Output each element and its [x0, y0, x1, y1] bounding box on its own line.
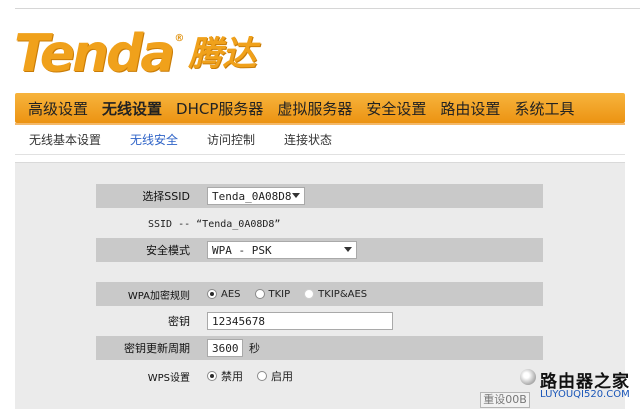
row-security-mode: 安全模式 WPA - PSK — [96, 238, 543, 262]
tenda-logo: Tenda ® 腾达 — [14, 24, 256, 80]
subnav-access-control[interactable]: 访问控制 — [207, 131, 255, 148]
main-nav: 高级设置 无线设置 DHCP服务器 虚拟服务器 安全设置 路由设置 系统工具 — [15, 93, 625, 123]
ssid-select-label: 选择SSID — [142, 190, 190, 203]
nav-system-tools[interactable]: 系统工具 — [514, 98, 574, 119]
top-rule — [15, 8, 640, 9]
security-mode-select[interactable]: WPA - PSK — [207, 241, 357, 259]
nav-dhcp[interactable]: DHCP服务器 — [176, 98, 263, 119]
radio-unchecked-icon — [304, 289, 315, 299]
ssid-select-value: Tenda_0A08D8 — [212, 189, 292, 203]
chevron-down-icon — [292, 193, 300, 198]
row-wps: WPS设置 禁用 启用 — [96, 364, 543, 388]
radio-tkip[interactable]: TKIP — [254, 289, 290, 300]
key-renewal-unit: 秒 — [249, 342, 260, 355]
ssid-select[interactable]: Tenda_0A08D8 — [207, 187, 305, 205]
radio-tkip-aes[interactable]: TKIP&AES — [304, 289, 367, 300]
subnav-wireless-basic[interactable]: 无线基本设置 — [29, 131, 101, 148]
subnav-wireless-security[interactable]: 无线安全 — [130, 131, 178, 148]
subnav-connection-status[interactable]: 连接状态 — [284, 131, 332, 148]
chevron-down-icon — [344, 247, 352, 252]
site-watermark: 路由器之家 LUYOUQI520.COM — [520, 367, 640, 405]
logo-wordmark: Tenda — [14, 24, 175, 84]
key-renewal-input[interactable]: 3600 — [207, 339, 243, 357]
sub-nav: 无线基本设置 无线安全 访问控制 连接状态 — [29, 131, 361, 148]
radio-unchecked-icon — [257, 371, 267, 381]
watermark-url: LUYOUQI520.COM — [540, 389, 630, 400]
nav-virtual-server[interactable]: 虚拟服务器 — [277, 98, 352, 119]
watermark-logo-icon — [520, 369, 536, 385]
wps-label: WPS设置 — [147, 372, 190, 384]
row-wpa-cipher: WPA加密规则 AES TKIP TKIP&AES — [96, 282, 543, 306]
row-select-ssid: 选择SSID Tenda_0A08D8 — [96, 184, 543, 208]
nav-wireless[interactable]: 无线设置 — [102, 98, 162, 119]
radio-wps-disable[interactable]: 禁用 — [207, 368, 243, 384]
nav-divider — [15, 123, 625, 125]
radio-checked-icon — [207, 289, 217, 299]
key-label: 密钥 — [168, 315, 190, 328]
subnav-divider — [15, 154, 625, 155]
nav-advanced[interactable]: 高级设置 — [28, 98, 88, 119]
nav-routing[interactable]: 路由设置 — [440, 98, 500, 119]
key-renewal-label: 密钥更新周期 — [124, 342, 190, 355]
radio-checked-icon — [207, 371, 217, 381]
radio-aes[interactable]: AES — [207, 289, 241, 300]
row-key-renewal: 密钥更新周期 3600 秒 — [96, 336, 543, 360]
radio-wps-enable[interactable]: 启用 — [257, 368, 293, 384]
wpa-cipher-label: WPA加密规则 — [127, 290, 190, 302]
nav-security[interactable]: 安全设置 — [366, 98, 426, 119]
logo-chinese: 腾达 — [188, 34, 257, 74]
ssid-info-text: SSID -- “Tenda_0A08D8” — [148, 218, 281, 230]
security-mode-value: WPA - PSK — [212, 243, 272, 257]
radio-unchecked-icon — [254, 289, 265, 299]
key-input[interactable]: 12345678 — [207, 312, 393, 330]
row-ssid-info: SSID -- “Tenda_0A08D8” — [96, 211, 543, 235]
security-mode-label: 安全模式 — [146, 244, 190, 257]
row-key: 密钥 12345678 — [96, 309, 543, 333]
logo-registered-mark: ® — [174, 33, 185, 44]
